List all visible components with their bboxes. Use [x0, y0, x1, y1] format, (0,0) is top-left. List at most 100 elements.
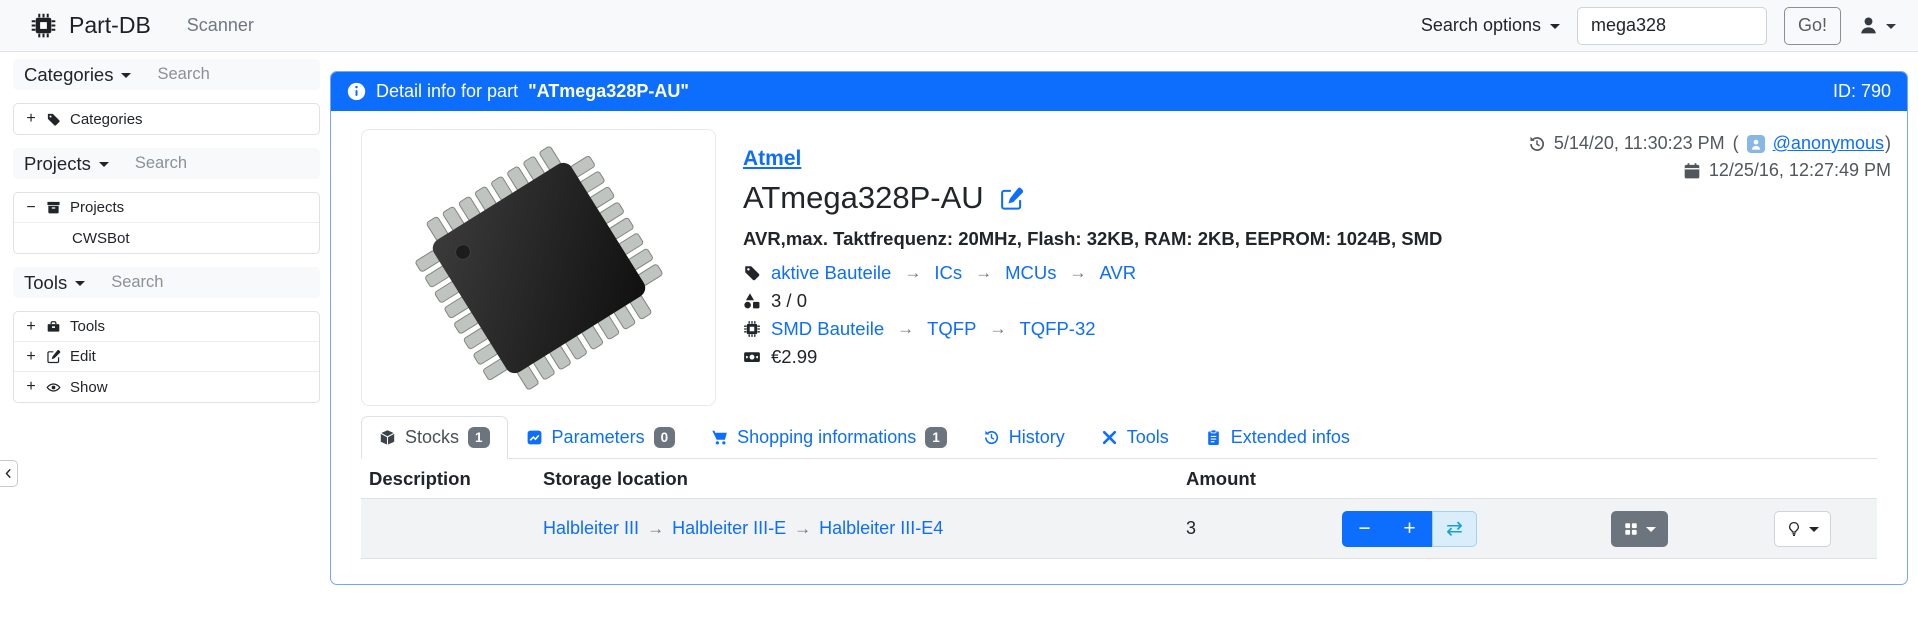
chevron-down-icon [99, 162, 109, 167]
top-navbar: Part-DB Scanner Search options Go! [0, 0, 1918, 52]
tab-label: Tools [1127, 427, 1169, 448]
footprint-link[interactable]: TQFP-32 [1019, 318, 1095, 340]
add-stock-button[interactable]: + [1387, 511, 1432, 547]
breadcrumb-arrow: → [791, 519, 814, 538]
last-modified-row: 5/14/20, 11:30:23 PM ( @anonymous ) [1528, 133, 1891, 154]
edit-part-icon[interactable] [999, 186, 1024, 211]
category-link[interactable]: ICs [934, 262, 962, 284]
stock-action-group: − + ⇄ [1342, 511, 1477, 547]
projects-panel-header[interactable]: Projects [13, 148, 320, 179]
sidebar-panel-projects: Projects − Projects CWSBot [13, 148, 320, 254]
brand-label: Part-DB [69, 12, 151, 39]
stock-amount: 3 [1178, 518, 1334, 539]
search-options-dropdown[interactable]: Search options [1421, 15, 1560, 36]
part-image[interactable] [361, 129, 716, 406]
stock-table: Description Storage location Amount Halb… [361, 459, 1877, 559]
collapse-toggle[interactable]: − [25, 199, 37, 217]
tree-item-cwsbot[interactable]: CWSBot [14, 223, 319, 253]
part-info: Atmel ATmega328P-AU AVR,max. Taktfrequen… [743, 147, 1442, 371]
sidebar-collapse-button[interactable] [0, 460, 18, 487]
modified-user-link[interactable]: @anonymous [1773, 133, 1884, 154]
footprint-link[interactable]: SMD Bauteile [771, 318, 884, 340]
tools-tree: + Tools + Edit + Show [13, 311, 320, 403]
storage-location-link[interactable]: Halbleiter III-E [672, 518, 786, 538]
label-generator-dropdown[interactable] [1611, 511, 1668, 547]
move-stock-button[interactable]: ⇄ [1432, 511, 1477, 547]
tools-panel-title: Tools [24, 272, 67, 294]
sidebar-panel-categories: Categories + Categories [13, 59, 320, 135]
tools-icon [1101, 429, 1118, 446]
tree-item-label: Show [70, 379, 108, 396]
cpu-icon [743, 320, 761, 338]
archive-icon [46, 200, 61, 215]
expand-toggle[interactable]: + [25, 348, 37, 366]
tools-search-input[interactable] [111, 273, 309, 292]
breadcrumb-arrow: → [972, 263, 995, 283]
tab-badge: 0 [654, 427, 676, 449]
category-link[interactable]: MCUs [1005, 262, 1056, 284]
footprint-link[interactable]: TQFP [927, 318, 976, 340]
chevron-down-icon [1886, 24, 1896, 29]
tab-history[interactable]: History [965, 416, 1083, 459]
go-button[interactable]: Go! [1784, 7, 1841, 45]
led-locator-dropdown[interactable] [1774, 511, 1831, 547]
tree-item-label: CWSBot [72, 230, 130, 247]
chevron-down-icon [75, 281, 85, 286]
tree-item-edit[interactable]: + Edit [14, 342, 319, 372]
sidebar-panel-tools: Tools + Tools + Edit + Show [13, 267, 320, 403]
manufacturer-link[interactable]: Atmel [743, 147, 801, 171]
category-link[interactable]: aktive Bauteile [771, 262, 891, 284]
tab-tools[interactable]: Tools [1083, 416, 1187, 459]
search-input[interactable] [1577, 7, 1767, 45]
nav-item-scanner[interactable]: Scanner [187, 15, 254, 36]
expand-toggle[interactable]: + [25, 318, 37, 336]
tools-panel-header[interactable]: Tools [13, 267, 320, 298]
history-icon [983, 429, 1000, 446]
breadcrumb-arrow: → [644, 519, 667, 538]
toolbox-icon [46, 319, 61, 334]
categories-tree: + Categories [13, 103, 320, 135]
storage-location-link[interactable]: Halbleiter III [543, 518, 639, 538]
created-row: 12/25/16, 12:27:49 PM [1683, 160, 1891, 181]
category-link[interactable]: AVR [1099, 262, 1136, 284]
categories-search-input[interactable] [157, 65, 309, 84]
cpu-logo-icon [30, 12, 57, 39]
header-part-name: "ATmega328P-AU" [528, 81, 689, 102]
navbar-right: Search options Go! [1421, 7, 1896, 45]
tree-item-projects[interactable]: − Projects [14, 193, 319, 223]
tab-extended-infos[interactable]: Extended infos [1187, 416, 1368, 459]
categories-panel-header[interactable]: Categories [13, 59, 320, 90]
part-tabs-area: Stocks 1 Parameters 0 Shopping informati… [361, 416, 1877, 559]
projects-search-input[interactable] [135, 154, 309, 173]
tab-badge: 1 [468, 427, 490, 449]
app-brand[interactable]: Part-DB [30, 12, 151, 39]
parameters-icon [526, 429, 543, 446]
tab-badge: 1 [925, 427, 947, 449]
tree-item-show[interactable]: + Show [14, 372, 319, 402]
sidebar: Categories + Categories Projects − [13, 59, 320, 416]
tab-stocks[interactable]: Stocks 1 [361, 416, 508, 459]
categories-panel-title: Categories [24, 64, 113, 86]
navbar-left: Part-DB Scanner [30, 12, 254, 39]
tree-item-tools[interactable]: + Tools [14, 312, 319, 342]
cash-icon [743, 348, 761, 366]
part-detail-body: Atmel ATmega328P-AU AVR,max. Taktfrequen… [331, 111, 1907, 584]
tag-icon [46, 112, 61, 127]
user-menu[interactable] [1858, 15, 1896, 36]
tag-icon [743, 264, 761, 282]
storage-location-link[interactable]: Halbleiter III-E4 [819, 518, 943, 538]
header-prefix: Detail info for part [376, 81, 518, 102]
col-amount: Amount [1178, 468, 1334, 490]
chevron-down-icon [1809, 527, 1819, 532]
storage-location-breadcrumb: Halbleiter III → Halbleiter III-E → Halb… [535, 518, 1178, 539]
user-badge-icon [1747, 135, 1765, 153]
tab-shopping-informations[interactable]: Shopping informations 1 [693, 416, 965, 459]
cart-icon [711, 429, 728, 446]
shapes-icon [743, 292, 761, 310]
tab-parameters[interactable]: Parameters 0 [508, 416, 694, 459]
eye-icon [46, 380, 61, 395]
expand-toggle[interactable]: + [25, 378, 37, 396]
tree-item-categories[interactable]: + Categories [14, 104, 319, 134]
withdraw-stock-button[interactable]: − [1342, 511, 1387, 547]
expand-toggle[interactable]: + [25, 110, 37, 128]
